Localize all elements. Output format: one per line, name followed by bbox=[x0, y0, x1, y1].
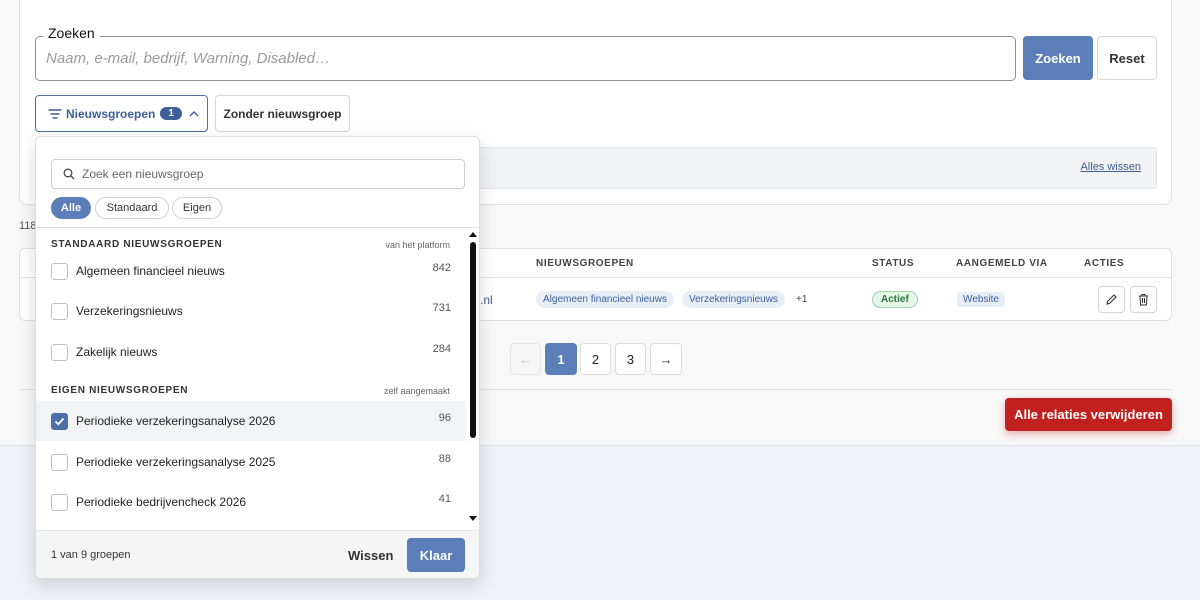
clear-all-link[interactable]: Alles wissen bbox=[1080, 161, 1141, 173]
checkbox[interactable] bbox=[51, 263, 68, 280]
segment-own[interactable]: Eigen bbox=[172, 197, 222, 219]
pagination-prev[interactable]: ← bbox=[510, 343, 541, 375]
newsgroup-option-label: Periodieke verzekeringsanalyse 2026 bbox=[76, 414, 276, 428]
scrollbar-thumb[interactable] bbox=[470, 242, 476, 438]
search-legend: Zoeken bbox=[43, 25, 100, 41]
pagination-page-2[interactable]: 2 bbox=[580, 343, 611, 375]
filter-icon bbox=[48, 108, 62, 119]
newsgroup-option-selected[interactable]: Periodieke verzekeringsanalyse 2026 96 bbox=[36, 401, 466, 441]
selection-count: 1 van 9 groepen bbox=[51, 549, 131, 561]
segment-all[interactable]: Alle bbox=[51, 197, 91, 219]
search-icon bbox=[63, 168, 75, 180]
newsgroup-tag: Verzekeringsnieuws bbox=[682, 291, 785, 308]
trash-icon bbox=[1139, 294, 1148, 306]
pagination-page-1[interactable]: 1 bbox=[545, 343, 577, 375]
newsgroup-option-label: Algemeen financieel nieuws bbox=[76, 264, 225, 278]
delete-all-relations-button[interactable]: Alle relaties verwijderen bbox=[1005, 398, 1172, 431]
pagination-next[interactable]: → bbox=[650, 343, 682, 375]
newsgroup-option[interactable]: Periodieke verzekeringsanalyse 2025 88 bbox=[36, 442, 466, 482]
newsgroups-dropdown: Alle Standaard Eigen STANDAARD NIEUWSGRO… bbox=[35, 136, 480, 579]
own-section-note: zelf aangemaakt bbox=[383, 386, 450, 396]
newsgroup-option[interactable]: Zakelijk nieuws 284 bbox=[36, 332, 466, 372]
own-section-title: EIGEN NIEUWSGROEPEN bbox=[51, 385, 189, 396]
newsgroup-search bbox=[51, 159, 465, 189]
checkbox-checked[interactable] bbox=[51, 413, 68, 430]
more-tags-badge: +1 bbox=[796, 294, 808, 305]
without-newsgroup-button[interactable]: Zonder nieuwsgroep bbox=[215, 95, 350, 132]
status-badge: Actief bbox=[872, 291, 918, 308]
column-header-status: STATUS bbox=[872, 258, 915, 269]
pagination-page-3[interactable]: 3 bbox=[615, 343, 646, 375]
checkbox[interactable] bbox=[51, 303, 68, 320]
column-header-actions: ACTIES bbox=[1084, 258, 1125, 269]
delete-button[interactable] bbox=[1130, 286, 1157, 313]
standard-section-note: van het platform bbox=[385, 240, 450, 250]
newsgroup-option[interactable]: Algemeen financieel nieuws 842 bbox=[36, 251, 466, 291]
newsgroups-count-badge: 1 bbox=[160, 107, 182, 120]
newsgroup-option-count: 284 bbox=[432, 343, 451, 355]
checkbox[interactable] bbox=[51, 454, 68, 471]
newsgroup-option-label: Periodieke bedrijvencheck 2026 bbox=[76, 495, 247, 509]
newsgroup-tag: Algemeen financieel nieuws bbox=[536, 291, 674, 308]
checkbox[interactable] bbox=[51, 494, 68, 511]
check-icon bbox=[54, 417, 65, 426]
search-button[interactable]: Zoeken bbox=[1023, 36, 1093, 80]
results-count: 118 bbox=[19, 220, 37, 232]
checkbox[interactable] bbox=[51, 344, 68, 361]
edit-button[interactable] bbox=[1098, 286, 1125, 313]
signup-source-badge: Website bbox=[957, 292, 1005, 307]
newsgroup-option-count: 842 bbox=[432, 262, 451, 274]
newsgroup-option-label: Verzekeringsnieuws bbox=[76, 304, 183, 318]
search-input[interactable] bbox=[46, 37, 1006, 80]
newsgroup-option-label: Zakelijk nieuws bbox=[76, 345, 158, 359]
done-button[interactable]: Klaar bbox=[407, 538, 465, 572]
newsgroup-option-count: 731 bbox=[432, 302, 451, 314]
newsgroup-option-label: Periodieke verzekeringsanalyse 2025 bbox=[76, 455, 276, 469]
reset-button[interactable]: Reset bbox=[1097, 36, 1157, 80]
newsgroup-option-count: 88 bbox=[438, 453, 451, 465]
dropdown-divider bbox=[36, 227, 479, 228]
standard-section-title: STANDAARD NIEUWSGROEPEN bbox=[51, 239, 223, 250]
newsgroups-filter-button[interactable]: Nieuwsgroepen 1 bbox=[35, 95, 208, 132]
pencil-icon bbox=[1106, 294, 1117, 305]
column-header-via: AANGEMELD VIA bbox=[956, 258, 1048, 269]
chevron-up-icon bbox=[189, 110, 199, 116]
newsgroup-option[interactable]: Verzekeringsnieuws 731 bbox=[36, 291, 466, 331]
newsgroups-filter-label: Nieuwsgroepen bbox=[66, 106, 156, 121]
newsgroup-search-input[interactable] bbox=[82, 160, 457, 188]
search-field bbox=[35, 36, 1016, 81]
clear-selection-button[interactable]: Wissen bbox=[348, 548, 393, 563]
newsgroup-option[interactable]: Periodieke bedrijvencheck 2026 41 bbox=[36, 482, 466, 522]
email-cell[interactable]: .nl bbox=[480, 293, 493, 307]
dropdown-footer: 1 van 9 groepen Wissen Klaar bbox=[36, 530, 479, 578]
segment-standard[interactable]: Standaard bbox=[95, 197, 169, 219]
newsgroup-option-count: 41 bbox=[438, 493, 451, 505]
column-header-newsgroups: NIEUWSGROEPEN bbox=[536, 258, 634, 269]
newsgroup-option-count: 96 bbox=[438, 412, 451, 424]
